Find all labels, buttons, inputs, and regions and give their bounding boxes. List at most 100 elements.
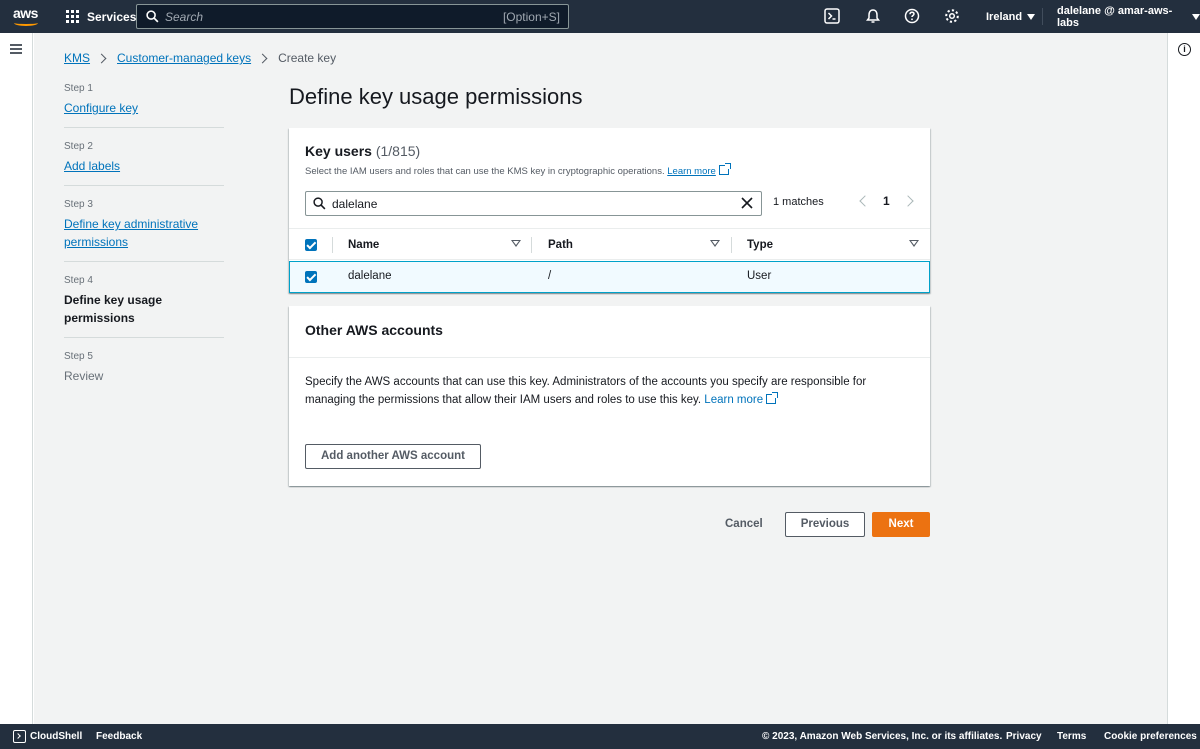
other-accounts-description-text: Specify the AWS accounts that can use th…	[305, 376, 867, 406]
search-placeholder: Search	[165, 10, 204, 24]
top-navigation: aws Services Search [Option+S] Ireland d…	[0, 0, 1200, 33]
learn-more-link[interactable]: Learn more	[704, 394, 763, 406]
wizard-steps: Step 1 Configure key Step 2 Add labels S…	[64, 83, 224, 408]
info-icon[interactable]: i	[1178, 43, 1191, 56]
key-users-count: (1/815)	[375, 143, 421, 159]
right-rail: i	[1167, 33, 1200, 724]
step-current-define-usage-permissions: Define key usage permissions	[64, 293, 163, 325]
external-link-icon	[766, 392, 779, 404]
help-icon[interactable]	[904, 8, 920, 24]
notifications-bell-icon[interactable]	[865, 8, 881, 24]
column-name-label: Name	[348, 239, 380, 251]
settings-gear-icon[interactable]	[944, 8, 960, 24]
caret-down-icon	[1027, 13, 1036, 20]
key-users-panel: Key users (1/815) Select the IAM users a…	[289, 128, 930, 293]
chevron-left-icon[interactable]	[859, 195, 871, 207]
account-label: dalelane @ amar-aws-labs	[1057, 4, 1173, 29]
next-button[interactable]: Next	[872, 512, 930, 537]
wizard-step-5: Step 5 Review	[64, 351, 224, 395]
step-link-add-labels[interactable]: Add labels	[64, 157, 224, 175]
cancel-button[interactable]: Cancel	[725, 518, 763, 530]
select-all-checkbox[interactable]	[305, 239, 317, 251]
external-link-icon	[718, 163, 731, 175]
cell-type: User	[747, 270, 772, 282]
table-row[interactable]: dalelane / User	[289, 261, 930, 293]
sort-caret-icon[interactable]	[511, 240, 521, 247]
account-menu[interactable]: dalelane @ amar-aws-labs	[1057, 0, 1200, 33]
add-aws-account-button[interactable]: Add another AWS account	[305, 444, 481, 469]
step-number: Step 1	[64, 83, 93, 94]
key-users-title: Key users	[305, 143, 372, 159]
footer-terms-link[interactable]: Terms	[1057, 731, 1086, 742]
step-number: Step 5	[64, 351, 93, 362]
column-divider	[531, 237, 532, 253]
row-checkbox[interactable]	[305, 271, 317, 283]
left-rail	[0, 33, 33, 724]
step-number: Step 4	[64, 275, 93, 286]
key-users-filter-input[interactable]: dalelane	[305, 191, 762, 216]
region-label: Ireland	[986, 10, 1023, 23]
nav-divider	[1042, 8, 1043, 25]
learn-more-link[interactable]: Learn more	[667, 166, 716, 177]
column-header-name[interactable]: Name	[348, 229, 379, 261]
step-number: Step 2	[64, 141, 93, 152]
page-number[interactable]: 1	[883, 194, 890, 208]
column-header-type[interactable]: Type	[747, 229, 773, 261]
wizard-step-4: Step 4 Define key usage permissions	[64, 275, 224, 338]
aws-logo[interactable]: aws	[13, 6, 41, 28]
key-users-description-text: Select the IAM users and roles that can …	[305, 166, 665, 177]
footer-cloudshell-link[interactable]: CloudShell	[30, 731, 82, 742]
key-users-table-header: Name Path Type	[289, 228, 930, 260]
clear-filter-icon[interactable]	[739, 195, 755, 211]
cell-path: /	[548, 270, 552, 282]
hamburger-menu-icon[interactable]	[10, 44, 22, 54]
other-accounts-title: Other AWS accounts	[305, 322, 443, 338]
caret-down-icon	[1192, 13, 1200, 20]
grid-icon	[66, 10, 79, 23]
wizard-step-2: Step 2 Add labels	[64, 141, 224, 186]
column-divider	[731, 237, 732, 253]
region-selector[interactable]: Ireland	[986, 0, 1036, 33]
wizard-step-1: Step 1 Configure key	[64, 83, 224, 128]
footer-cookie-preferences-link[interactable]: Cookie preferences	[1104, 731, 1197, 742]
footer-privacy-link[interactable]: Privacy	[1006, 731, 1042, 742]
services-label: Services	[87, 9, 137, 24]
search-icon	[146, 10, 159, 23]
other-accounts-description: Specify the AWS accounts that can use th…	[305, 373, 905, 409]
breadcrumb-create-key: Create key	[278, 51, 337, 65]
chevron-right-icon	[96, 53, 107, 63]
sort-caret-icon[interactable]	[710, 240, 720, 247]
aws-smile-icon	[14, 20, 38, 26]
pagination: 1	[857, 194, 914, 208]
global-search-input[interactable]: Search [Option+S]	[136, 4, 569, 29]
main-content: KMS Customer-managed keys Create key Ste…	[34, 33, 1167, 724]
column-header-path[interactable]: Path	[548, 229, 573, 261]
services-menu-button[interactable]: Services	[66, 0, 136, 33]
matches-count: 1 matches	[773, 196, 824, 208]
other-aws-accounts-panel: Other AWS accounts Specify the AWS accou…	[289, 306, 930, 486]
footer-feedback-link[interactable]: Feedback	[96, 731, 142, 742]
page-title: Define key usage permissions	[289, 84, 583, 109]
breadcrumb-kms[interactable]: KMS	[64, 51, 90, 65]
column-divider	[332, 237, 333, 253]
footer-copyright: © 2023, Amazon Web Services, Inc. or its…	[762, 731, 1003, 742]
breadcrumb: KMS Customer-managed keys Create key	[64, 51, 336, 65]
column-type-label: Type	[747, 239, 773, 251]
panel-divider	[289, 357, 930, 358]
previous-button[interactable]: Previous	[785, 512, 865, 537]
breadcrumb-customer-managed-keys[interactable]: Customer-managed keys	[117, 51, 251, 65]
filter-value: dalelane	[332, 197, 378, 211]
step-link-define-admin-permissions[interactable]: Define key administrative permissions	[64, 215, 224, 251]
step-link-configure-key[interactable]: Configure key	[64, 99, 224, 117]
key-users-header: Key users (1/815)	[305, 143, 420, 159]
chevron-right-icon[interactable]	[902, 195, 914, 207]
cloudshell-icon[interactable]	[13, 730, 26, 743]
search-icon	[313, 197, 326, 210]
step-review: Review	[64, 369, 104, 383]
cloudshell-icon[interactable]	[824, 8, 840, 24]
cell-name: dalelane	[348, 270, 392, 282]
key-users-description: Select the IAM users and roles that can …	[305, 163, 731, 177]
column-path-label: Path	[548, 239, 573, 251]
footer: CloudShell Feedback © 2023, Amazon Web S…	[0, 724, 1200, 749]
sort-caret-icon[interactable]	[909, 240, 919, 247]
